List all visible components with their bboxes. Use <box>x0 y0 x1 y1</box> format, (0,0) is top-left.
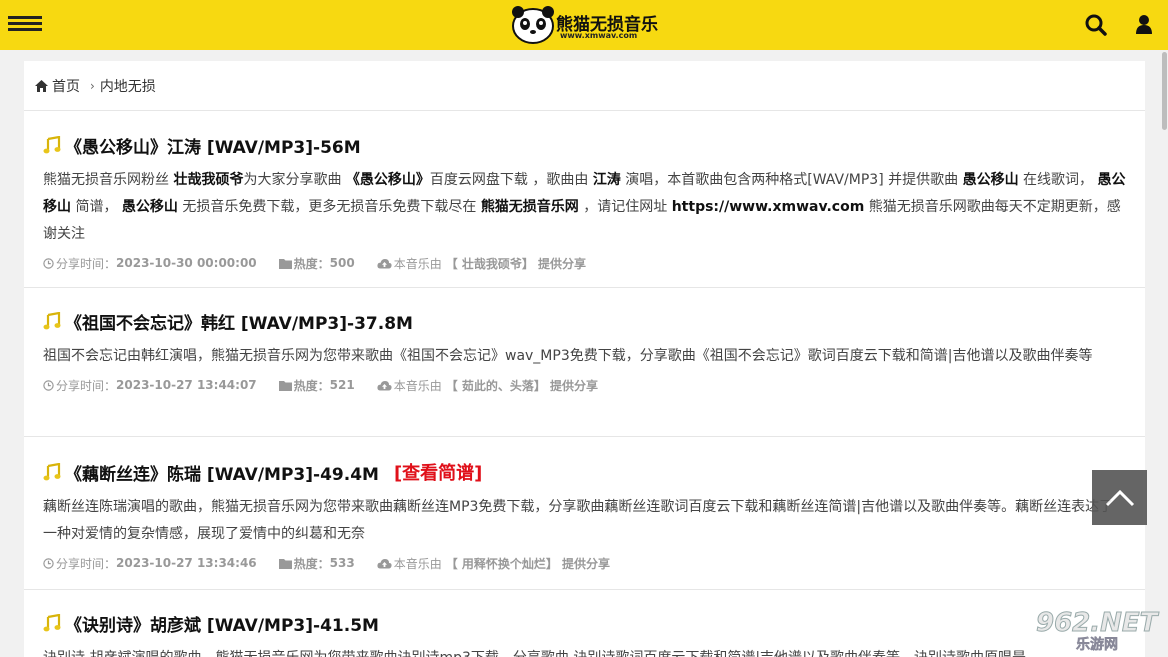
clock-icon <box>43 379 54 391</box>
search-icon[interactable] <box>1085 14 1107 36</box>
music-note-icon <box>43 312 61 330</box>
home-icon <box>35 79 48 92</box>
content-panel: 首页 › 内地无损 《愚公移山》江涛 [WAV/MP3]-56M 熊猫无损音乐网… <box>24 61 1145 657</box>
clock-icon <box>43 557 54 569</box>
item-meta: 分享时间： 2023-10-27 13:34:46 热度： 533 本音乐由 【 用… <box>43 554 1126 572</box>
song-title-link[interactable]: 《诀别诗》胡彦斌 [WAV/MP3]-41.5M <box>65 611 379 636</box>
panda-logo-icon <box>512 6 554 44</box>
song-title-link[interactable]: 《愚公移山》江涛 [WAV/MP3]-56M <box>65 133 361 158</box>
heat-count: 热度： 521 <box>278 377 355 394</box>
list-item: 《愚公移山》江涛 [WAV/MP3]-56M 熊猫无损音乐网粉丝 壮哉我硕爷为大… <box>24 123 1145 288</box>
page-scrollbar[interactable] <box>1161 50 1168 657</box>
song-title-link[interactable]: 《祖国不会忘记》韩红 [WAV/MP3]-37.8M <box>65 309 413 334</box>
share-user: 本音乐由 【 用释怀换个灿烂】 提供分享 <box>377 555 610 572</box>
song-title-link[interactable]: 《藕断丝连》陈瑞 [WAV/MP3]-49.4M <box>65 460 379 485</box>
cloud-upload-icon <box>377 258 392 268</box>
top-bar: 熊猫无损音乐 www.xmwav.com <box>0 0 1168 50</box>
item-title: 《诀别诗》胡彦斌 [WAV/MP3]-41.5M <box>43 611 1126 636</box>
back-to-top-button[interactable] <box>1092 470 1147 525</box>
site-watermark: 962.NET 乐游网 <box>1030 606 1162 654</box>
item-meta: 分享时间： 2023-10-30 00:00:00 热度： 500 本音乐由 【 壮… <box>43 254 1126 272</box>
folder-icon <box>278 258 292 269</box>
share-time: 分享时间： 2023-10-30 00:00:00 <box>43 255 257 272</box>
share-user-link[interactable]: 【 用释怀换个灿烂】 <box>446 555 558 572</box>
cloud-upload-icon <box>377 558 392 568</box>
site-logo[interactable]: 熊猫无损音乐 www.xmwav.com <box>510 4 660 46</box>
list-item: 《祖国不会忘记》韩红 [WAV/MP3]-37.8M 祖国不会忘记由韩红演唱，熊… <box>24 289 1145 437</box>
breadcrumb-home[interactable]: 首页 <box>35 76 80 96</box>
clock-icon <box>43 257 54 269</box>
share-user-link[interactable]: 【 茹此的、头落】 <box>446 377 546 394</box>
folder-icon <box>278 558 292 569</box>
item-description: 祖国不会忘记由韩红演唱，熊猫无损音乐网为您带来歌曲《祖国不会忘记》wav_MP3… <box>43 348 1093 364</box>
scrollbar-thumb[interactable] <box>1162 52 1167 130</box>
share-time: 分享时间： 2023-10-27 13:44:07 <box>43 377 257 394</box>
chevron-right-icon: › <box>90 78 95 93</box>
user-icon[interactable] <box>1136 14 1152 34</box>
item-title: 《祖国不会忘记》韩红 [WAV/MP3]-37.8M <box>43 309 1126 334</box>
item-description: 藕断丝连陈瑞演唱的歌曲，熊猫无损音乐网为您带来歌曲藕断丝连MP3免费下载，分享歌… <box>43 499 1114 542</box>
watermark-sub: 乐游网 <box>1076 637 1119 654</box>
item-title: 《愚公移山》江涛 [WAV/MP3]-56M <box>43 133 1126 158</box>
view-score-link[interactable]: [查看简谱] <box>394 459 482 485</box>
list-item: 《藕断丝连》陈瑞 [WAV/MP3]-49.4M [查看简谱] 藕断丝连陈瑞演唱… <box>24 438 1145 590</box>
logo-url: www.xmwav.com <box>560 31 638 40</box>
item-description: 诀别诗 胡彦斌演唱的歌曲，熊猫无损音乐网为您带来歌曲诀别诗mp3下载，分享歌曲 … <box>43 645 1126 657</box>
breadcrumb: 首页 › 内地无损 <box>24 61 1145 111</box>
share-user: 本音乐由 【 壮哉我硕爷】 提供分享 <box>377 255 586 272</box>
menu-icon[interactable] <box>8 16 42 32</box>
chevron-up-icon <box>1105 489 1134 506</box>
breadcrumb-home-label: 首页 <box>52 78 80 95</box>
folder-icon <box>278 380 292 391</box>
breadcrumb-current[interactable]: 内地无损 <box>100 76 156 96</box>
list-item: 《诀别诗》胡彦斌 [WAV/MP3]-41.5M 诀别诗 胡彦斌演唱的歌曲，熊猫… <box>24 591 1145 657</box>
heat-count: 热度： 533 <box>278 555 355 572</box>
music-note-icon <box>43 463 61 481</box>
share-user-link[interactable]: 【 壮哉我硕爷】 <box>446 255 534 272</box>
cloud-upload-icon <box>377 380 392 390</box>
share-time: 分享时间： 2023-10-27 13:34:46 <box>43 555 257 572</box>
music-note-icon <box>43 136 61 154</box>
item-meta: 分享时间： 2023-10-27 13:44:07 热度： 521 本音乐由 【 茹… <box>43 376 1126 394</box>
item-description: 熊猫无损音乐网粉丝 壮哉我硕爷为大家分享歌曲 《愚公移山》百度云网盘下载 ，歌曲… <box>43 172 1126 242</box>
share-user: 本音乐由 【 茹此的、头落】 提供分享 <box>377 377 598 394</box>
item-title: 《藕断丝连》陈瑞 [WAV/MP3]-49.4M [查看简谱] <box>43 459 1126 485</box>
music-note-icon <box>43 614 61 632</box>
heat-count: 热度： 500 <box>278 255 355 272</box>
